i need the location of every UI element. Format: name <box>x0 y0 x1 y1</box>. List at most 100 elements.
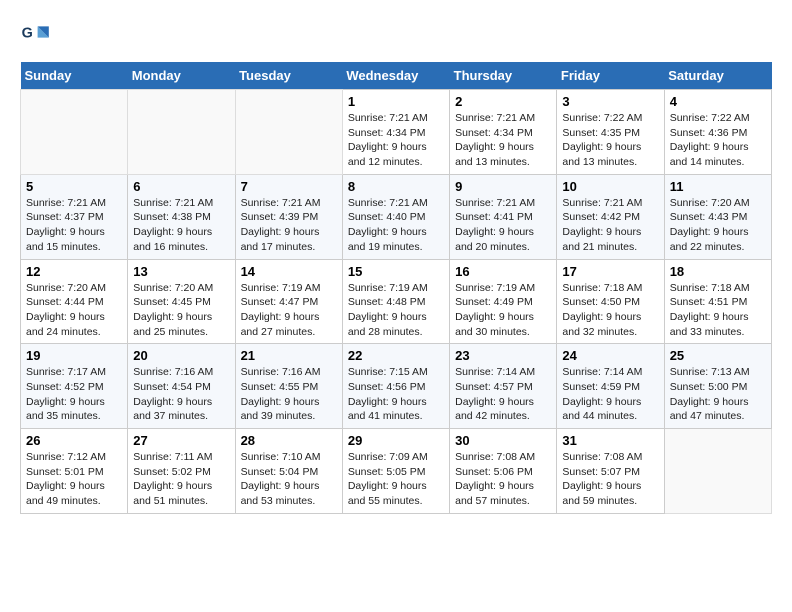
day-info: Sunrise: 7:13 AM Sunset: 5:00 PM Dayligh… <box>670 365 766 424</box>
logo-icon: G <box>20 20 52 52</box>
day-number: 16 <box>455 264 551 279</box>
calendar-cell: 25 Sunrise: 7:13 AM Sunset: 5:00 PM Dayli… <box>664 344 771 429</box>
day-number: 9 <box>455 179 551 194</box>
calendar-cell: 1 Sunrise: 7:21 AM Sunset: 4:34 PM Daylig… <box>342 90 449 175</box>
day-number: 1 <box>348 94 444 109</box>
calendar-cell: 21 Sunrise: 7:16 AM Sunset: 4:55 PM Dayli… <box>235 344 342 429</box>
day-info: Sunrise: 7:19 AM Sunset: 4:49 PM Dayligh… <box>455 281 551 340</box>
calendar-cell: 2 Sunrise: 7:21 AM Sunset: 4:34 PM Daylig… <box>450 90 557 175</box>
calendar-cell: 6 Sunrise: 7:21 AM Sunset: 4:38 PM Daylig… <box>128 174 235 259</box>
day-info: Sunrise: 7:22 AM Sunset: 4:36 PM Dayligh… <box>670 111 766 170</box>
day-info: Sunrise: 7:21 AM Sunset: 4:34 PM Dayligh… <box>348 111 444 170</box>
day-number: 2 <box>455 94 551 109</box>
calendar-cell <box>235 90 342 175</box>
calendar-week-1: 1 Sunrise: 7:21 AM Sunset: 4:34 PM Daylig… <box>21 90 772 175</box>
day-info: Sunrise: 7:14 AM Sunset: 4:59 PM Dayligh… <box>562 365 658 424</box>
calendar-cell: 3 Sunrise: 7:22 AM Sunset: 4:35 PM Daylig… <box>557 90 664 175</box>
dow-friday: Friday <box>557 62 664 90</box>
calendar-cell: 27 Sunrise: 7:11 AM Sunset: 5:02 PM Dayli… <box>128 429 235 514</box>
day-info: Sunrise: 7:16 AM Sunset: 4:55 PM Dayligh… <box>241 365 337 424</box>
calendar-cell <box>128 90 235 175</box>
calendar-cell: 26 Sunrise: 7:12 AM Sunset: 5:01 PM Dayli… <box>21 429 128 514</box>
day-number: 23 <box>455 348 551 363</box>
day-info: Sunrise: 7:08 AM Sunset: 5:07 PM Dayligh… <box>562 450 658 509</box>
calendar-cell: 24 Sunrise: 7:14 AM Sunset: 4:59 PM Dayli… <box>557 344 664 429</box>
calendar-cell: 11 Sunrise: 7:20 AM Sunset: 4:43 PM Dayli… <box>664 174 771 259</box>
calendar-cell: 16 Sunrise: 7:19 AM Sunset: 4:49 PM Dayli… <box>450 259 557 344</box>
day-number: 5 <box>26 179 122 194</box>
day-number: 21 <box>241 348 337 363</box>
day-number: 3 <box>562 94 658 109</box>
calendar-week-2: 5Sunrise: 7:21 AM Sunset: 4:37 PM Daylig… <box>21 174 772 259</box>
day-info: Sunrise: 7:18 AM Sunset: 4:51 PM Dayligh… <box>670 281 766 340</box>
page-header: G <box>20 20 772 52</box>
day-number: 13 <box>133 264 229 279</box>
calendar-week-4: 19 Sunrise: 7:17 AM Sunset: 4:52 PM Dayli… <box>21 344 772 429</box>
day-info: Sunrise: 7:21 AM Sunset: 4:40 PM Dayligh… <box>348 196 444 255</box>
day-info: Sunrise: 7:20 AM Sunset: 4:45 PM Dayligh… <box>133 281 229 340</box>
logo: G <box>20 20 56 52</box>
day-info: Sunrise: 7:21 AM Sunset: 4:42 PM Dayligh… <box>562 196 658 255</box>
day-number: 8 <box>348 179 444 194</box>
day-info: Sunrise: 7:21 AM Sunset: 4:34 PM Dayligh… <box>455 111 551 170</box>
dow-wednesday: Wednesday <box>342 62 449 90</box>
day-info: Sunrise: 7:08 AM Sunset: 5:06 PM Dayligh… <box>455 450 551 509</box>
day-info: Sunrise: 7:21 AM Sunset: 4:38 PM Dayligh… <box>133 196 229 255</box>
day-info: Sunrise: 7:20 AM Sunset: 4:44 PM Dayligh… <box>26 281 122 340</box>
day-number: 31 <box>562 433 658 448</box>
day-info: Sunrise: 7:15 AM Sunset: 4:56 PM Dayligh… <box>348 365 444 424</box>
calendar-table: SundayMondayTuesdayWednesdayThursdayFrid… <box>20 62 772 514</box>
calendar-cell: 12 Sunrise: 7:20 AM Sunset: 4:44 PM Dayli… <box>21 259 128 344</box>
calendar-cell: 7Sunrise: 7:21 AM Sunset: 4:39 PM Daylig… <box>235 174 342 259</box>
calendar-cell: 13 Sunrise: 7:20 AM Sunset: 4:45 PM Dayli… <box>128 259 235 344</box>
day-number: 15 <box>348 264 444 279</box>
svg-text:G: G <box>22 26 33 42</box>
day-info: Sunrise: 7:20 AM Sunset: 4:43 PM Dayligh… <box>670 196 766 255</box>
day-number: 26 <box>26 433 122 448</box>
calendar-cell: 8 Sunrise: 7:21 AM Sunset: 4:40 PM Daylig… <box>342 174 449 259</box>
day-number: 25 <box>670 348 766 363</box>
calendar-cell <box>664 429 771 514</box>
day-info: Sunrise: 7:19 AM Sunset: 4:48 PM Dayligh… <box>348 281 444 340</box>
calendar-cell: 20 Sunrise: 7:16 AM Sunset: 4:54 PM Dayli… <box>128 344 235 429</box>
calendar-cell: 9 Sunrise: 7:21 AM Sunset: 4:41 PM Daylig… <box>450 174 557 259</box>
day-number: 4 <box>670 94 766 109</box>
day-number: 19 <box>26 348 122 363</box>
calendar-cell: 30 Sunrise: 7:08 AM Sunset: 5:06 PM Dayli… <box>450 429 557 514</box>
day-number: 28 <box>241 433 337 448</box>
day-info: Sunrise: 7:09 AM Sunset: 5:05 PM Dayligh… <box>348 450 444 509</box>
calendar-cell: 31 Sunrise: 7:08 AM Sunset: 5:07 PM Dayli… <box>557 429 664 514</box>
day-info: Sunrise: 7:22 AM Sunset: 4:35 PM Dayligh… <box>562 111 658 170</box>
day-number: 17 <box>562 264 658 279</box>
calendar-cell: 29 Sunrise: 7:09 AM Sunset: 5:05 PM Dayli… <box>342 429 449 514</box>
day-info: Sunrise: 7:12 AM Sunset: 5:01 PM Dayligh… <box>26 450 122 509</box>
dow-monday: Monday <box>128 62 235 90</box>
day-info: Sunrise: 7:21 AM Sunset: 4:39 PM Dayligh… <box>241 196 337 255</box>
day-info: Sunrise: 7:16 AM Sunset: 4:54 PM Dayligh… <box>133 365 229 424</box>
day-number: 11 <box>670 179 766 194</box>
calendar-cell: 17Sunrise: 7:18 AM Sunset: 4:50 PM Dayli… <box>557 259 664 344</box>
dow-sunday: Sunday <box>21 62 128 90</box>
day-info: Sunrise: 7:17 AM Sunset: 4:52 PM Dayligh… <box>26 365 122 424</box>
calendar-cell: 28 Sunrise: 7:10 AM Sunset: 5:04 PM Dayli… <box>235 429 342 514</box>
calendar-cell: 15 Sunrise: 7:19 AM Sunset: 4:48 PM Dayli… <box>342 259 449 344</box>
day-number: 29 <box>348 433 444 448</box>
day-number: 30 <box>455 433 551 448</box>
day-number: 10 <box>562 179 658 194</box>
calendar-cell: 19 Sunrise: 7:17 AM Sunset: 4:52 PM Dayli… <box>21 344 128 429</box>
calendar-cell: 22Sunrise: 7:15 AM Sunset: 4:56 PM Dayli… <box>342 344 449 429</box>
day-number: 27 <box>133 433 229 448</box>
day-info: Sunrise: 7:10 AM Sunset: 5:04 PM Dayligh… <box>241 450 337 509</box>
dow-tuesday: Tuesday <box>235 62 342 90</box>
calendar-header: SundayMondayTuesdayWednesdayThursdayFrid… <box>21 62 772 90</box>
day-info: Sunrise: 7:11 AM Sunset: 5:02 PM Dayligh… <box>133 450 229 509</box>
dow-thursday: Thursday <box>450 62 557 90</box>
day-number: 24 <box>562 348 658 363</box>
day-number: 12 <box>26 264 122 279</box>
calendar-week-3: 12 Sunrise: 7:20 AM Sunset: 4:44 PM Dayli… <box>21 259 772 344</box>
day-number: 20 <box>133 348 229 363</box>
day-number: 6 <box>133 179 229 194</box>
calendar-cell: 14Sunrise: 7:19 AM Sunset: 4:47 PM Dayli… <box>235 259 342 344</box>
day-number: 18 <box>670 264 766 279</box>
day-info: Sunrise: 7:21 AM Sunset: 4:41 PM Dayligh… <box>455 196 551 255</box>
